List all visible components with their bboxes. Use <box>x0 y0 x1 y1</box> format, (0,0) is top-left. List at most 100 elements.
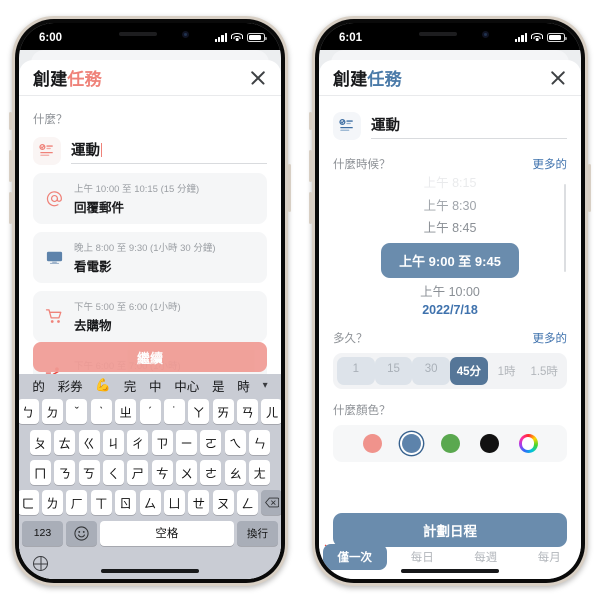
kb-suggestion[interactable]: 完 <box>124 376 137 395</box>
key[interactable]: ㄕ <box>127 459 149 485</box>
scrollbar[interactable] <box>564 184 566 272</box>
color-swatch-blue-selected[interactable] <box>401 434 421 453</box>
home-indicator[interactable] <box>401 569 499 573</box>
key[interactable]: ㄇ <box>29 459 51 485</box>
power-button[interactable] <box>588 164 591 212</box>
repeat-tab-once[interactable]: 僅一次 <box>323 544 387 570</box>
volume-down-button[interactable] <box>9 192 12 224</box>
task-title-input[interactable]: 運動 <box>71 139 267 164</box>
suggestion-card[interactable]: 下午 5:00 至 6:00 (1小時) 去購物 <box>33 291 267 342</box>
time-option[interactable]: 上午 8:15 <box>424 172 477 195</box>
key[interactable]: ㄧ <box>176 429 198 455</box>
duration-option[interactable]: 1時 <box>488 357 526 385</box>
color-swatch-custom[interactable] <box>518 434 538 453</box>
key[interactable]: ㄋ <box>54 459 76 485</box>
key[interactable]: ㄒ <box>90 489 112 515</box>
key[interactable]: ㄠ <box>224 459 246 485</box>
key[interactable]: ㄎ <box>78 459 100 485</box>
key[interactable]: ㄊ <box>54 429 76 455</box>
volume-down-button[interactable] <box>309 192 312 224</box>
key[interactable]: ㄗ <box>151 429 173 455</box>
key[interactable]: ㄤ <box>249 459 271 485</box>
chevron-down-icon[interactable]: ▾ <box>263 380 268 391</box>
key[interactable]: ㄦ <box>261 399 281 425</box>
key[interactable]: ˊ <box>139 399 161 425</box>
duration-option[interactable]: 30 <box>412 357 451 385</box>
volume-up-button[interactable] <box>9 150 12 182</box>
mute-switch[interactable] <box>309 112 312 130</box>
key[interactable]: ㄩ <box>163 489 185 515</box>
color-swatch-black[interactable] <box>479 434 499 453</box>
duration-more-link[interactable]: 更多的 <box>533 330 568 346</box>
color-swatch-green[interactable] <box>440 434 460 453</box>
key[interactable]: ㄑ <box>102 459 124 485</box>
continue-button[interactable]: 繼續 <box>33 342 267 372</box>
time-option[interactable]: 上午 8:45 <box>424 217 477 240</box>
kb-suggestion[interactable]: 中心 <box>174 376 199 395</box>
return-key[interactable]: 換行 <box>237 520 278 546</box>
key[interactable]: ㄍ <box>78 429 100 455</box>
key[interactable]: ˇ <box>66 399 88 425</box>
key[interactable]: ㄣ <box>249 429 271 455</box>
duration-option[interactable]: 1.5時 <box>525 357 563 385</box>
key[interactable]: ㄝ <box>188 489 210 515</box>
key[interactable]: ㄅ <box>19 399 39 425</box>
key[interactable]: ㄌ <box>41 489 63 515</box>
duration-option[interactable]: 1 <box>337 357 375 385</box>
globe-icon[interactable] <box>33 556 48 572</box>
time-option-selected[interactable]: 上午 9:00 至 9:45 <box>381 242 519 278</box>
repeat-tab-daily[interactable]: 每日 <box>391 549 455 565</box>
key[interactable]: ㄘ <box>151 459 173 485</box>
color-swatch-pink[interactable] <box>362 434 382 453</box>
key[interactable]: ㄚ <box>188 399 210 425</box>
power-button[interactable] <box>288 164 291 212</box>
key[interactable]: ㄓ <box>115 399 137 425</box>
kb-suggestion[interactable]: 彩券 <box>58 376 83 395</box>
key[interactable]: ㄐ <box>102 429 124 455</box>
key[interactable]: ㄔ <box>127 429 149 455</box>
duration-option-selected[interactable]: 45分 <box>450 357 488 385</box>
key[interactable]: ㄏ <box>66 489 88 515</box>
close-icon[interactable] <box>249 69 267 87</box>
key[interactable]: ˙ <box>163 399 185 425</box>
schedule-button[interactable]: 計劃日程 <box>333 513 567 547</box>
key[interactable]: ㄉ <box>41 399 63 425</box>
key[interactable]: ㄛ <box>200 429 222 455</box>
repeat-tab-weekly[interactable]: 每週 <box>454 549 518 565</box>
repeat-tab-monthly[interactable]: 每月 <box>518 549 582 565</box>
home-indicator[interactable] <box>101 569 199 573</box>
emoji-icon[interactable] <box>66 520 97 546</box>
key[interactable]: ㄢ <box>237 399 259 425</box>
duration-option[interactable]: 15 <box>374 357 413 385</box>
key[interactable]: ㄥ <box>237 489 259 515</box>
key[interactable]: ㄖ <box>115 489 137 515</box>
kb-suggestion[interactable]: 的 <box>32 376 45 395</box>
kb-suggestion[interactable]: 中 <box>149 376 162 395</box>
time-option[interactable]: 上午 10:00 <box>420 281 480 297</box>
suggestion-card[interactable]: 晚上 8:00 至 9:30 (1小時 30 分鐘) 看電影 <box>33 232 267 283</box>
selected-date[interactable]: 2022/7/18 <box>333 303 567 317</box>
when-more-link[interactable]: 更多的 <box>533 156 568 172</box>
numbers-key[interactable]: 123 <box>22 520 63 546</box>
key[interactable]: ㄨ <box>176 459 198 485</box>
close-icon[interactable] <box>549 69 567 87</box>
key[interactable]: ㄜ <box>200 459 222 485</box>
kb-suggestion[interactable]: 時 <box>237 376 250 395</box>
key[interactable]: ㄙ <box>139 489 161 515</box>
key[interactable]: ㄈ <box>19 489 39 515</box>
key[interactable]: ㄞ <box>212 399 234 425</box>
mute-switch[interactable] <box>9 112 12 130</box>
time-picker[interactable]: 上午 8:15 上午 8:30 上午 8:45 上午 9:00 至 9:45 上… <box>333 172 567 297</box>
key[interactable]: ㄆ <box>29 429 51 455</box>
kb-suggestion-emoji[interactable]: 💪 <box>95 378 111 393</box>
key[interactable]: ㄡ <box>212 489 234 515</box>
backspace-icon[interactable] <box>261 489 281 515</box>
space-key[interactable]: 空格 <box>100 520 234 546</box>
key[interactable]: ㄟ <box>224 429 246 455</box>
task-title-input[interactable]: 運動 <box>371 114 567 139</box>
key[interactable]: ˋ <box>90 399 112 425</box>
suggestion-card[interactable]: 上午 10:00 至 10:15 (15 分鐘) 回覆郵件 <box>33 173 267 224</box>
kb-suggestion[interactable]: 是 <box>212 376 225 395</box>
volume-up-button[interactable] <box>309 150 312 182</box>
time-option[interactable]: 上午 8:30 <box>424 195 477 218</box>
